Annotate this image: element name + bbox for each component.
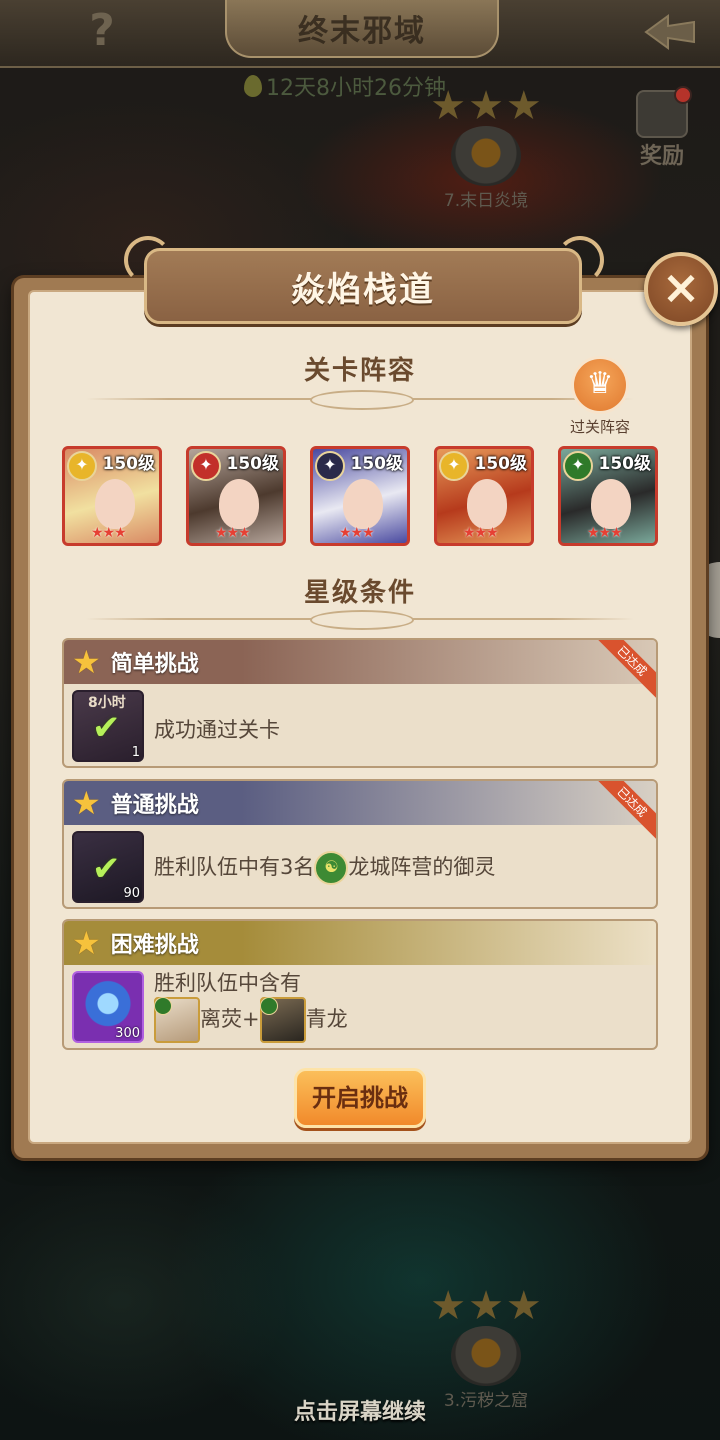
hero-stars: ★★★ bbox=[339, 525, 375, 541]
challenge-header: ★ 简单挑战 bbox=[64, 640, 656, 684]
top-bar: ? 终末邪域 bbox=[0, 0, 720, 68]
page-title-plaque: 终末邪域 bbox=[225, 0, 499, 58]
enemy-hero-card[interactable]: ✦ 150级 ★★★ bbox=[310, 446, 410, 546]
stage-node-bottom[interactable]: ★ ★ ★ 3.污秽之窟 bbox=[430, 1286, 542, 1411]
hero-portrait bbox=[95, 479, 135, 529]
dragon-faction-icon: ☯ bbox=[314, 851, 349, 885]
reward-label: 奖励 bbox=[639, 144, 684, 169]
star-conditions-title: 星级条件 bbox=[303, 578, 416, 608]
challenge-condition: 胜利队伍中有3名 ☯ 龙城阵营的御灵 bbox=[154, 851, 495, 885]
challenge-condition-line2: 离荧+ 青龙 bbox=[154, 997, 348, 1043]
completed-ribbon: 已达成 bbox=[594, 640, 656, 698]
challenge-condition-line1: 胜利队伍中含有 bbox=[154, 971, 301, 995]
page-title: 终末邪域 bbox=[298, 14, 426, 49]
hero-portrait-liying bbox=[154, 997, 200, 1043]
faction-icon: ✦ bbox=[191, 451, 221, 481]
challenge-header: ★ 普通挑战 bbox=[64, 781, 656, 825]
hero-name-liying: 离荧+ bbox=[200, 1007, 260, 1031]
notification-dot bbox=[674, 86, 692, 104]
hero-stars: ★★★ bbox=[91, 525, 127, 541]
continue-hint[interactable]: 点击屏幕继续 bbox=[0, 1394, 720, 1426]
hero-stars: ★★★ bbox=[587, 525, 623, 541]
start-challenge-button[interactable]: 开启挑战 bbox=[294, 1068, 426, 1128]
stage-eye-icon bbox=[451, 1326, 521, 1386]
stage-stars: ★ ★ ★ bbox=[430, 83, 542, 129]
reward-item-time-chest[interactable]: 8小时 ✔ 1 bbox=[72, 690, 144, 762]
challenge-title: 简单挑战 bbox=[110, 652, 199, 677]
condition-text-end: 龙城阵营的御灵 bbox=[348, 855, 496, 879]
hero-level: 150级 bbox=[350, 454, 404, 474]
hero-name-qinglong: 青龙 bbox=[305, 1007, 348, 1031]
challenge-condition: 成功通过关卡 bbox=[154, 718, 280, 742]
hero-stars: ★★★ bbox=[215, 525, 251, 541]
enemy-hero-card[interactable]: ✦ 150级 ★★★ bbox=[62, 446, 162, 546]
crown-icon: ♛ bbox=[571, 356, 629, 414]
close-button[interactable]: × bbox=[644, 252, 718, 326]
stage-node-top[interactable]: ★ ★ ★ 7.末日炎境 bbox=[430, 86, 542, 211]
challenge-easy: ★ 简单挑战 8小时 ✔ 1 成功通过关卡 已达成 bbox=[62, 638, 658, 768]
reward-count: 90 bbox=[123, 886, 140, 901]
clear-lineup-label: 过关阵容 bbox=[569, 418, 630, 436]
event-timer: 12天8小时26分钟 bbox=[244, 70, 446, 102]
hero-portrait bbox=[591, 479, 631, 529]
reward-button[interactable]: 奖励 bbox=[632, 86, 692, 169]
enemy-hero-card[interactable]: ✦ 150级 ★★★ bbox=[558, 446, 658, 546]
reward-item-blue-orb[interactable]: 300 bbox=[72, 971, 144, 1043]
faction-icon: ✦ bbox=[67, 451, 97, 481]
check-icon: ✔ bbox=[92, 708, 121, 748]
timer-text: 12天8小时26分钟 bbox=[266, 76, 446, 101]
stage-stars: ★ ★ ★ bbox=[430, 1283, 542, 1329]
lineup-divider bbox=[86, 390, 634, 410]
stage-eye-icon bbox=[451, 126, 521, 186]
reward-count: 300 bbox=[115, 1026, 140, 1041]
hero-portrait bbox=[467, 479, 507, 529]
hero-level: 150级 bbox=[226, 454, 280, 474]
challenge-header: ★ 困难挑战 bbox=[64, 921, 656, 965]
star-icon: ★ bbox=[72, 924, 101, 962]
faction-icon: ✦ bbox=[439, 451, 469, 481]
challenge-hard: ★ 困难挑战 300 胜利队伍中含有 离荧+ 青龙 bbox=[62, 919, 658, 1050]
hero-portrait-qinglong bbox=[259, 997, 306, 1043]
hero-level: 150级 bbox=[474, 454, 528, 474]
star-divider bbox=[86, 610, 634, 630]
back-arrow-icon[interactable] bbox=[640, 8, 700, 56]
completed-ribbon: 已达成 bbox=[594, 781, 656, 839]
stage-label: 7.末日炎境 bbox=[443, 191, 529, 211]
reward-icon bbox=[636, 86, 692, 138]
star-icon: ★ bbox=[72, 784, 101, 822]
enemy-hero-card[interactable]: ✦ 150级 ★★★ bbox=[186, 446, 286, 546]
hero-portrait bbox=[343, 479, 383, 529]
timer-drop-icon bbox=[244, 75, 262, 97]
reward-item-crystal[interactable]: ✔ 90 bbox=[72, 831, 144, 903]
modal-title-banner: 焱焰栈道 bbox=[144, 248, 582, 324]
clear-lineup-button[interactable]: ♛ 过关阵容 bbox=[562, 356, 638, 436]
star-icon: ★ bbox=[72, 643, 101, 681]
modal-title: 焱焰栈道 bbox=[291, 269, 435, 310]
hero-level: 150级 bbox=[598, 454, 652, 474]
faction-icon: ✦ bbox=[563, 451, 593, 481]
enemy-lineup: ✦ 150级 ★★★ ✦ 150级 ★★★ ✦ 150级 ★★★ ✦ 150级 ★★★ ✦ 150级 ★★★ bbox=[62, 446, 658, 548]
condition-text-start: 胜利队伍中有3名 bbox=[154, 855, 315, 879]
reward-count: 1 bbox=[131, 745, 140, 760]
challenge-title: 普通挑战 bbox=[110, 793, 199, 818]
enemy-hero-card[interactable]: ✦ 150级 ★★★ bbox=[434, 446, 534, 546]
challenge-title: 困难挑战 bbox=[110, 933, 199, 958]
check-icon: ✔ bbox=[92, 849, 121, 889]
challenge-normal: ★ 普通挑战 ✔ 90 胜利队伍中有3名 ☯ 龙城阵营的御灵 已达成 bbox=[62, 779, 658, 909]
hero-level: 150级 bbox=[102, 454, 156, 474]
hero-portrait bbox=[219, 479, 259, 529]
hero-stars: ★★★ bbox=[463, 525, 499, 541]
faction-icon: ✦ bbox=[315, 451, 345, 481]
help-button[interactable]: ? bbox=[80, 6, 124, 56]
